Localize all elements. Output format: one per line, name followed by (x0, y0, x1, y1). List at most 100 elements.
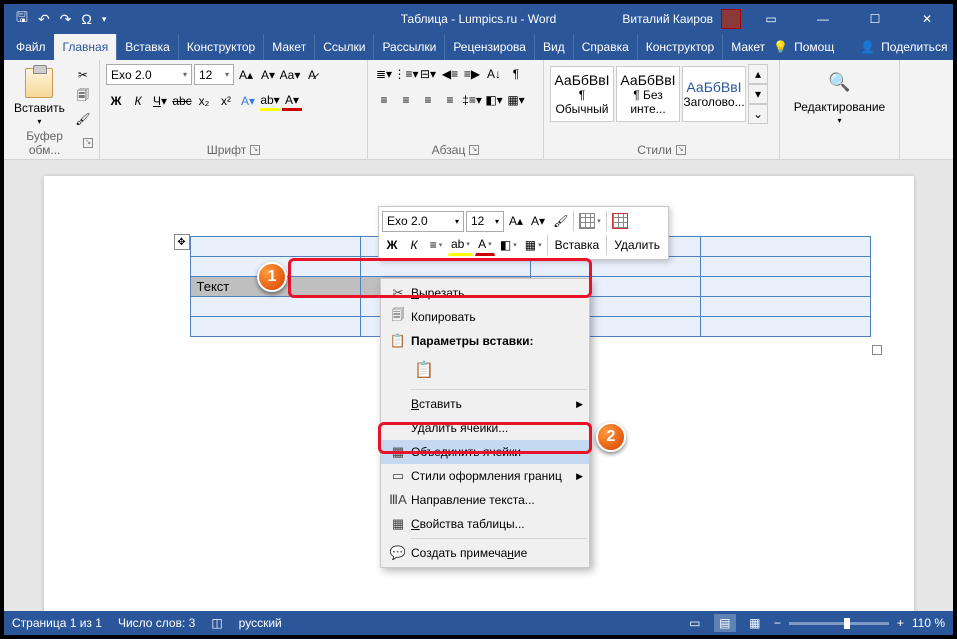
clipboard-launcher-icon[interactable] (83, 138, 93, 148)
paragraph-launcher-icon[interactable] (469, 145, 479, 155)
mini-format-painter-icon[interactable]: 🖌 (550, 210, 571, 232)
line-spacing-icon[interactable]: ‡≡▾ (462, 90, 482, 110)
status-words[interactable]: Число слов: 3 (118, 616, 195, 630)
multilevel-icon[interactable]: ⊟▾ (418, 64, 438, 84)
style-normal[interactable]: АаБбВвІ¶ Обычный (550, 66, 614, 122)
status-spellcheck-icon[interactable]: ◫ (211, 616, 222, 630)
mini-highlight-icon[interactable]: ab▾ (448, 234, 473, 256)
mini-grow-font-icon[interactable]: A▴ (506, 210, 526, 232)
underline-button[interactable]: Ч▾ (150, 91, 170, 111)
mini-shrink-font-icon[interactable]: A▾ (528, 210, 548, 232)
view-web-icon[interactable]: ▦ (744, 614, 766, 632)
tab-file[interactable]: Файл (8, 34, 54, 60)
style-heading1[interactable]: АаБбВвІЗаголово... (682, 66, 746, 122)
paste-button[interactable]: Вставить ▾ (10, 65, 69, 128)
tab-layout[interactable]: Макет (263, 34, 314, 60)
align-left-icon[interactable]: ≡ (374, 90, 394, 110)
mini-insert-label[interactable]: Вставка (550, 234, 605, 256)
mini-shading-icon[interactable]: ◧▾ (497, 234, 520, 256)
menu-new-comment[interactable]: 💬Создать примечание (381, 541, 589, 565)
tab-insert[interactable]: Вставка (116, 34, 178, 60)
mini-borders-icon[interactable]: ▦▾ (522, 234, 545, 256)
font-size-combo[interactable]: 12▾ (194, 64, 234, 85)
format-painter-icon[interactable]: 🖌 (73, 109, 93, 129)
tab-view[interactable]: Вид (534, 34, 573, 60)
text-effects-icon[interactable]: A▾ (238, 91, 258, 111)
maximize-button[interactable]: ☐ (853, 5, 897, 33)
indent-inc-icon[interactable]: ≡▶ (462, 64, 482, 84)
subscript-icon[interactable]: x₂ (194, 91, 214, 111)
tell-me[interactable]: Помощ (794, 40, 834, 54)
styles-launcher-icon[interactable] (676, 145, 686, 155)
view-read-icon[interactable]: ▭ (684, 614, 706, 632)
borders-icon[interactable]: ▦▾ (506, 90, 526, 110)
tab-mailings[interactable]: Рассылки (373, 34, 444, 60)
menu-cut[interactable]: ✂ВВырезатьырезать (381, 281, 589, 305)
menu-insert[interactable]: Вставить▶ (381, 392, 589, 416)
zoom-slider[interactable] (789, 622, 889, 625)
table-move-handle-icon[interactable]: ✥ (174, 234, 190, 250)
menu-border-styles[interactable]: ▭Стили оформления границ▶ (381, 464, 589, 488)
menu-copy[interactable]: 🗐Копировать (381, 305, 589, 329)
cut-icon[interactable]: ✂ (73, 65, 93, 85)
mini-italic-button[interactable]: К (404, 234, 424, 256)
undo-icon[interactable]: ↶ (38, 11, 50, 28)
mini-insert-table-icon[interactable]: ▾ (576, 210, 604, 232)
strike-button[interactable]: abc (172, 91, 192, 111)
close-button[interactable]: ✕ (905, 5, 949, 33)
bullets-icon[interactable]: ≣▾ (374, 64, 394, 84)
font-launcher-icon[interactable] (250, 145, 260, 155)
share-icon[interactable]: 👤 (860, 40, 875, 54)
mini-delete-table-icon[interactable] (609, 210, 631, 232)
minimize-button[interactable]: — (801, 5, 845, 33)
status-language[interactable]: русский (239, 616, 282, 630)
qat-dropdown-icon[interactable]: ▾ (102, 14, 107, 25)
omega-icon[interactable]: Ω (81, 11, 91, 27)
zoom-level[interactable]: 110 % (912, 616, 945, 630)
style-no-spacing[interactable]: АаБбВвІ¶ Без инте... (616, 66, 680, 122)
show-marks-icon[interactable]: ¶ (506, 64, 526, 84)
tab-home[interactable]: Главная (54, 34, 117, 60)
menu-merge-cells[interactable]: ▦Объединить ячейки (381, 440, 589, 464)
bold-button[interactable]: Ж (106, 91, 126, 111)
indent-dec-icon[interactable]: ◀≡ (440, 64, 460, 84)
share-button[interactable]: Поделиться (881, 40, 947, 54)
save-icon[interactable]: 🖫 (16, 7, 28, 31)
tab-help[interactable]: Справка (573, 34, 637, 60)
highlight-icon[interactable]: ab▾ (260, 91, 280, 111)
editing-dropdown[interactable]: 🔍 Редактирование ▾ (790, 64, 889, 127)
tab-review[interactable]: Рецензирова (444, 34, 534, 60)
ribbon-options-icon[interactable]: ▭ (749, 5, 793, 33)
menu-table-properties[interactable]: ▦Свойства таблицы... (381, 512, 589, 536)
view-print-icon[interactable]: ▤ (714, 614, 736, 632)
font-color-icon[interactable]: A▾ (282, 91, 302, 111)
superscript-icon[interactable]: x² (216, 91, 236, 111)
paste-keep-formatting-icon[interactable]: 📋 (411, 357, 437, 383)
align-right-icon[interactable]: ≡ (418, 90, 438, 110)
mini-font-combo[interactable]: Exo 2.0▾ (382, 211, 464, 232)
menu-text-direction[interactable]: ⅢAНаправление текста... (381, 488, 589, 512)
tab-table-design[interactable]: Конструктор (637, 34, 722, 60)
status-page[interactable]: Страница 1 из 1 (12, 616, 102, 630)
styles-up-icon[interactable]: ▴ (748, 64, 768, 84)
grow-font-icon[interactable]: A▴ (236, 65, 256, 85)
mini-bold-button[interactable]: Ж (382, 234, 402, 256)
user-name[interactable]: Виталий Каиров (622, 12, 713, 26)
change-case-icon[interactable]: Aa▾ (280, 65, 300, 85)
mini-size-combo[interactable]: 12▾ (466, 211, 504, 232)
avatar[interactable] (721, 9, 741, 29)
numbering-icon[interactable]: ⋮≡▾ (396, 64, 416, 84)
styles-more-icon[interactable]: ⌄ (748, 104, 768, 124)
mini-font-color-icon[interactable]: A▾ (475, 234, 495, 256)
tab-table-layout[interactable]: Макет (722, 34, 773, 60)
mini-delete-label[interactable]: Удалить (609, 234, 665, 256)
clear-format-icon[interactable]: A̷ (302, 65, 322, 85)
zoom-in-button[interactable]: + (897, 616, 904, 630)
menu-delete-cells[interactable]: Удалить ячейки... (381, 416, 589, 440)
tab-design[interactable]: Конструктор (178, 34, 263, 60)
font-name-combo[interactable]: Exo 2.0▾ (106, 64, 192, 85)
sort-icon[interactable]: A↓ (484, 64, 504, 84)
align-center-icon[interactable]: ≡ (396, 90, 416, 110)
italic-button[interactable]: К (128, 91, 148, 111)
zoom-out-button[interactable]: − (774, 616, 781, 630)
